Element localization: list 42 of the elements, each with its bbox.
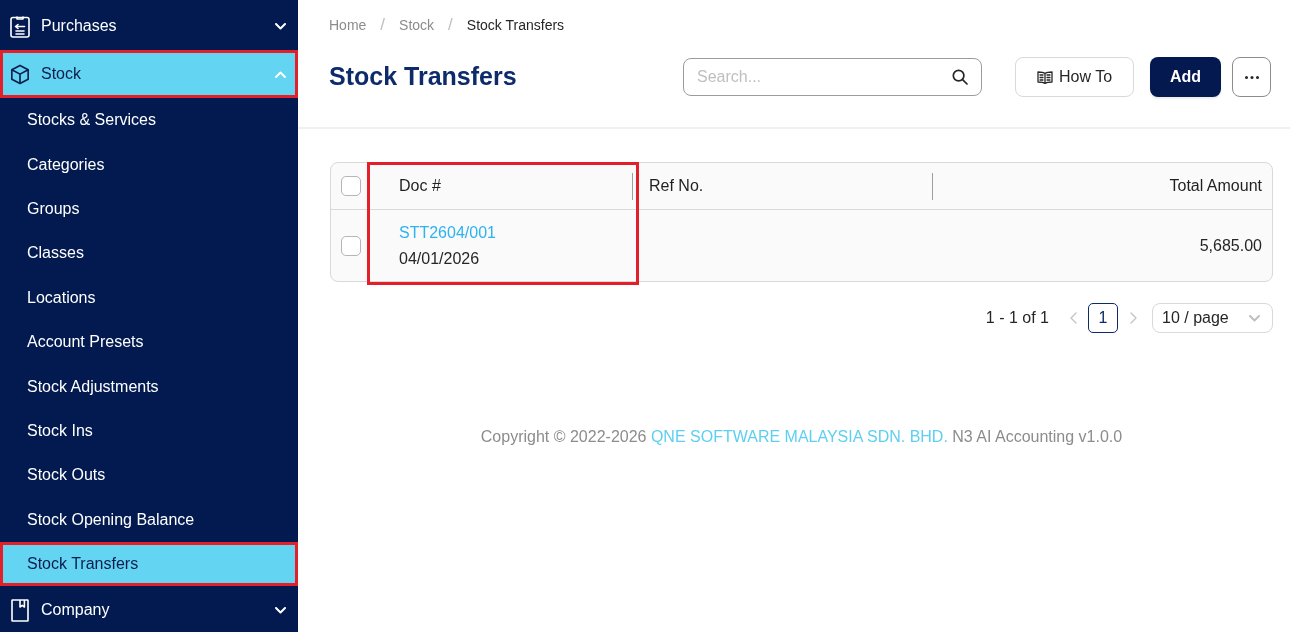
sidebar-subitem[interactable]: Stock Outs [0, 453, 298, 498]
sidebar-subitem[interactable]: Categories [0, 142, 298, 187]
book-icon [1036, 70, 1053, 84]
sidebar-subitem[interactable]: Stocks & Services [0, 98, 298, 143]
page-title: Stock Transfers [329, 61, 517, 93]
breadcrumb-current: Stock Transfers [466, 15, 565, 35]
column-header: Total Amount [1169, 176, 1262, 196]
sidebar-subitem[interactable]: Stock Adjustments [0, 364, 298, 409]
sidebar-subitem[interactable]: Classes [0, 231, 298, 276]
more-icon [1244, 75, 1259, 79]
search-field[interactable]: Search... [683, 58, 982, 96]
sidebar-subitem[interactable]: Stock Opening Balance [0, 497, 298, 542]
sidebar-item[interactable]: Company [0, 586, 298, 632]
sidebar-item[interactable]: Purchases [0, 2, 298, 50]
sidebar-subitem[interactable]: Stock Ins [0, 408, 298, 454]
bookmark-page-icon [11, 598, 29, 622]
clipboard-icon [10, 14, 30, 38]
how-to-button[interactable]: How To [1015, 57, 1134, 97]
sidebar-item[interactable]: Stock [0, 50, 298, 98]
chevron-down-icon [1249, 314, 1260, 322]
chevron-right-icon [1129, 312, 1137, 324]
table-cell-text: 5,685.00 [1199, 235, 1262, 256]
column-header: Doc # [399, 176, 441, 196]
add-button[interactable]: Add [1150, 57, 1221, 97]
column-header: Ref No. [649, 176, 704, 196]
sidebar-subitem[interactable]: Locations [0, 275, 298, 320]
cube-icon [10, 62, 30, 86]
breadcrumb-separator: / [380, 14, 386, 37]
pagination-summary: 1 - 1 of 1 [985, 308, 1049, 328]
checkbox[interactable] [341, 176, 361, 196]
search-icon [952, 69, 968, 85]
sidebar-subitem[interactable]: Account Presets [0, 319, 298, 365]
breadcrumb-separator: / [448, 14, 453, 37]
chevron-left-icon [1069, 312, 1077, 324]
sidebar-subitem[interactable]: Stock Transfers [0, 541, 298, 587]
page-size-select[interactable]: 10 / page [1152, 303, 1273, 333]
checkbox[interactable] [341, 235, 361, 256]
document-date: 04/01/2026 [399, 249, 480, 269]
page-number-button[interactable]: 1 [1088, 303, 1118, 333]
sidebar-subitem[interactable]: Groups [0, 186, 298, 232]
copyright-text: Copyright © 2022-2026 QNE SOFTWARE MALAYSIA SDN. BHD. N3 AI Accounting v1.0.0 [479, 427, 1124, 447]
more-button[interactable] [1232, 57, 1271, 97]
